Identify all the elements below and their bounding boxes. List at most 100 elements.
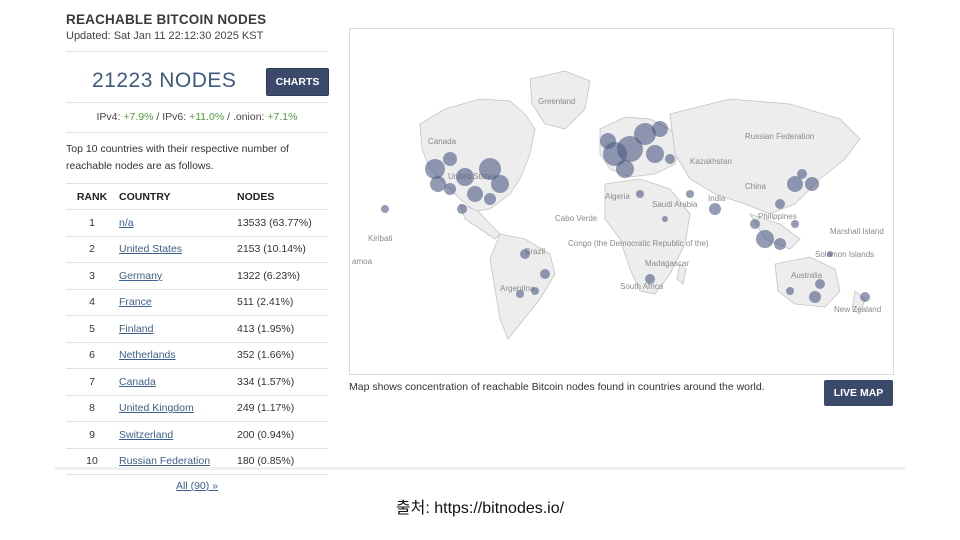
source-credit: 출처: https://bitnodes.io/ [395, 500, 565, 517]
rank-cell: 10 [66, 447, 118, 475]
table-row: 2 United States 2153 (10.14%) [66, 235, 328, 263]
nodes-cell: 334 (1.57%) [236, 368, 328, 395]
rank-cell: 4 [66, 288, 118, 316]
bubble-japan [805, 177, 819, 191]
bubble-australia-south [809, 291, 821, 303]
bubble-australia-west [786, 287, 794, 295]
country-link[interactable]: United States [119, 243, 182, 255]
onion-value: +7.1% [267, 111, 298, 123]
label-saudi-arabia: Saudi Arabia [652, 200, 698, 209]
australia-landmass [774, 256, 841, 308]
nodes-count: 21223 NODES [92, 69, 237, 92]
label-australia: Australia [791, 271, 823, 280]
label-south-africa: South Africa [620, 282, 664, 291]
country-link[interactable]: Russian Federation [119, 455, 210, 467]
label-new-zealand: New Zealand [834, 305, 881, 314]
label-philippines: Philippines [758, 212, 797, 221]
ipv4-value: +7.9% [123, 111, 154, 123]
bubble-canada [443, 152, 457, 166]
bubble-us-west [425, 159, 445, 179]
header-country: COUNTRY [118, 183, 236, 210]
country-link[interactable]: Switzerland [119, 429, 173, 441]
page-title: REACHABLE BITCOIN NODES [66, 12, 267, 27]
top-countries-description: Top 10 countries with their respective n… [66, 143, 289, 172]
label-russia: Russian Federation [745, 132, 814, 141]
bubble-pacific-island [827, 251, 833, 257]
bubble-australia-east [815, 279, 825, 289]
world-map[interactable]: Greenland Canada Russian Federation Kaza… [349, 28, 894, 375]
charts-button[interactable]: CHARTS [266, 68, 329, 96]
bubble-philippines [791, 220, 799, 228]
label-canada: Canada [428, 137, 457, 146]
country-link[interactable]: Finland [119, 323, 153, 335]
bubble-us-south [467, 186, 483, 202]
bubble-central-america [457, 204, 467, 214]
bubble-new-zealand [860, 292, 870, 302]
nodes-cell: 200 (0.94%) [236, 421, 328, 448]
bubble-us-central [456, 168, 474, 186]
table-row: 7 Canada 334 (1.57%) [66, 368, 328, 395]
bubble-europe-east [646, 145, 664, 163]
rank-cell: 7 [66, 368, 118, 395]
countries-table: RANK COUNTRY NODES 1 n/a 13533 (63.77%) 2U… [66, 183, 328, 475]
updated-timestamp: Updated: Sat Jan 11 22:12:30 2025 KST [66, 30, 264, 42]
bubble-hong-kong [775, 199, 785, 209]
map-caption: Map shows concentration of reachable Bit… [349, 381, 765, 393]
nodes-cell: 249 (1.17%) [236, 394, 328, 422]
label-india: India [708, 194, 726, 203]
continents [419, 70, 866, 340]
country-link[interactable]: Canada [119, 376, 156, 388]
table-row: 10 Russian Federation 180 (0.85%) [66, 447, 328, 475]
label-china: China [745, 182, 766, 191]
nodes-cell: 352 (1.66%) [236, 341, 328, 369]
nodes-cell: 180 (0.85%) [236, 447, 328, 475]
bubble-eastern-europe [665, 154, 675, 164]
bubble-india [709, 203, 721, 215]
nodes-cell: 1322 (6.23%) [236, 262, 328, 289]
table-header-row: RANK COUNTRY NODES [66, 183, 328, 210]
bubble-us-west-2 [430, 176, 446, 192]
bubble-korea [797, 169, 807, 179]
divider [66, 51, 328, 52]
rank-cell: 5 [66, 315, 118, 342]
all-countries: All (90) » [66, 480, 328, 492]
divider [66, 132, 328, 133]
nodes-cell: 13533 (63.77%) [236, 209, 328, 236]
table-row: 3 Germany 1322 (6.23%) [66, 262, 328, 289]
label-algeria: Algeria [605, 192, 630, 201]
nodes-cell: 2153 (10.14%) [236, 235, 328, 263]
label-congo: Congo (the Democratic Republic of the) [568, 239, 709, 248]
bubble-pacific [381, 205, 389, 213]
bubble-finland [652, 121, 668, 137]
label-madagascar: Madagascar [645, 259, 689, 268]
country-link[interactable]: Netherlands [119, 349, 176, 361]
bubble-europe-south [616, 160, 634, 178]
bubble-south-africa [645, 274, 655, 284]
bubble-indonesia [774, 238, 786, 250]
live-map-button[interactable]: LIVE MAP [824, 380, 893, 406]
bubble-thailand [750, 219, 760, 229]
nodes-summary: 21223 NODES CHARTS [66, 60, 329, 102]
rank-cell: 8 [66, 394, 118, 422]
nodes-cell: 413 (1.95%) [236, 315, 328, 342]
header-nodes: NODES [236, 183, 328, 210]
table-row: 8 United Kingdom 249 (1.17%) [66, 394, 328, 422]
country-link[interactable]: United Kingdom [119, 402, 194, 414]
bubble-africa-east [662, 216, 668, 222]
header-rank: RANK [66, 183, 118, 210]
world-map-svg: Greenland Canada Russian Federation Kaza… [352, 70, 884, 340]
label-kazakhstan: Kazakhstan [690, 157, 732, 166]
table-row: 1 n/a 13533 (63.77%) [66, 209, 328, 236]
country-link[interactable]: Germany [119, 270, 162, 282]
country-link[interactable]: n/a [119, 217, 134, 229]
country-link[interactable]: France [119, 296, 152, 308]
table-row: 9 Switzerland 200 (0.94%) [66, 421, 328, 448]
bubble-south-america [520, 249, 530, 259]
rank-cell: 2 [66, 235, 118, 263]
onion-label: / .onion: [224, 111, 268, 123]
label-marshall: Marshall Island [830, 227, 884, 236]
table-row: 6 Netherlands 352 (1.66%) [66, 341, 328, 369]
label-greenland: Greenland [538, 97, 575, 106]
ipv4-label: IPv4: [96, 111, 124, 123]
all-countries-link[interactable]: All (90) » [176, 480, 218, 492]
